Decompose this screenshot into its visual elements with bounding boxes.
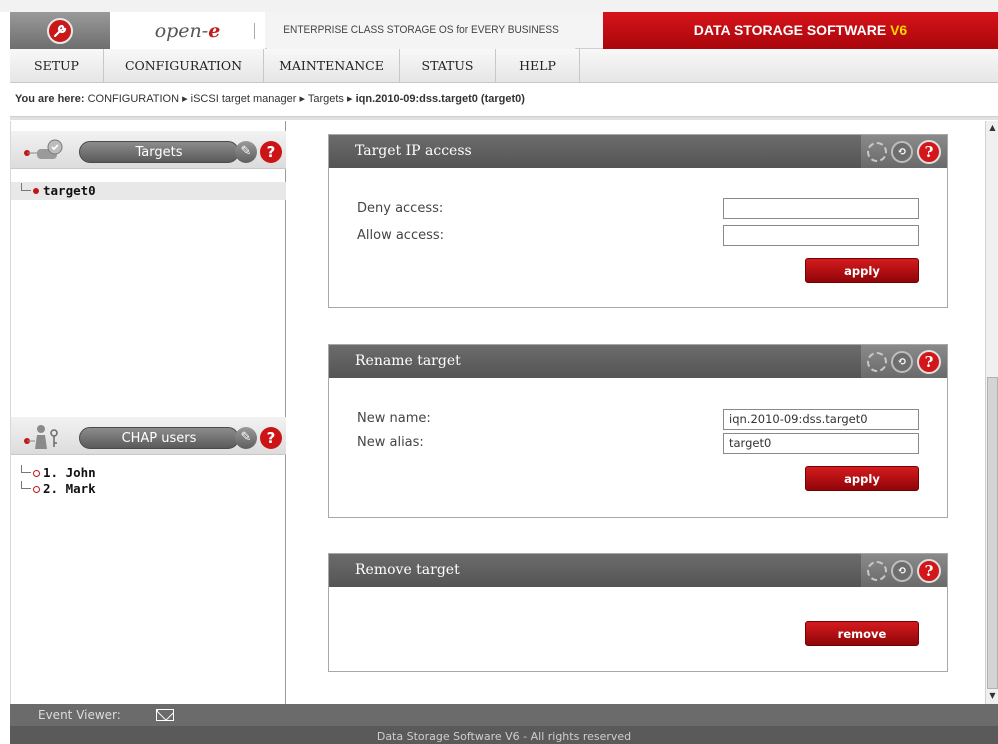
breadcrumb-current: iqn.2010-09:dss.target0 (target0) (355, 93, 525, 105)
breadcrumb-path[interactable]: CONFIGURATION ▸ iSCSI target manager ▸ T… (88, 93, 353, 105)
event-viewer-label: Event Viewer: (38, 708, 121, 722)
breadcrumb-divider (10, 116, 998, 120)
new-name-label: New name: (357, 411, 431, 426)
chap-users-header: CHAP users ✎ ? (11, 417, 286, 455)
help-icon[interactable]: ? (917, 558, 941, 583)
allow-access-label: Allow access: (357, 228, 445, 243)
panel-header: Rename target ⟲ ? (329, 345, 947, 378)
menu-status[interactable]: STATUS (400, 49, 496, 83)
deny-access-input[interactable] (723, 198, 919, 219)
refresh-icon[interactable]: ⟲ (891, 350, 913, 373)
menu-help[interactable]: HELP (496, 49, 580, 83)
panel-title: Target IP access (355, 143, 472, 159)
targets-title: Targets (79, 141, 239, 163)
brand-divider (254, 23, 255, 39)
app-header: open-e ENTERPRISE CLASS STORAGE OS for E… (10, 12, 998, 49)
brand-logo: open-e (110, 12, 265, 49)
targets-settings-icon[interactable]: ✎ (235, 141, 257, 163)
chap-users-icon (23, 423, 67, 451)
panel-icons: ⟲ ? (861, 345, 947, 378)
remove-target-button[interactable]: remove (805, 621, 919, 646)
chap-users-tools: ✎ ? (235, 425, 283, 451)
scroll-thumb[interactable] (987, 377, 998, 689)
targets-help-icon[interactable]: ? (260, 141, 282, 163)
scroll-down-icon[interactable]: ▼ (988, 691, 997, 700)
remove-target-panel: Remove target ⟲ ? remove (328, 553, 948, 672)
targets-header: Targets ✎ ? (11, 131, 286, 169)
refresh-icon[interactable]: ⟲ (891, 140, 913, 163)
mail-icon[interactable] (156, 709, 174, 721)
deny-access-label: Deny access: (357, 201, 444, 216)
tree-item-user-mark[interactable]: 2. Mark (21, 481, 96, 497)
top-strip (0, 0, 998, 12)
product-version: V6 (890, 22, 908, 38)
left-sidebar: Targets ✎ ? target0 CHAP users ✎ ? 1. Jo… (10, 121, 286, 704)
chap-users-title: CHAP users (79, 427, 239, 449)
footer: Data Storage Software V6 - All rights re… (10, 726, 998, 744)
apply-ip-access-button[interactable]: apply (805, 258, 919, 283)
apply-rename-button[interactable]: apply (805, 466, 919, 491)
menu-maintenance[interactable]: MAINTENANCE (264, 49, 400, 83)
home-logo[interactable] (10, 12, 110, 49)
allow-access-input[interactable] (723, 225, 919, 246)
brand-name: open- (154, 19, 209, 42)
tree-item-target0[interactable]: target0 (21, 183, 96, 199)
new-name-input[interactable]: iqn.2010-09:dss.target0 (723, 409, 919, 430)
tree-branch-icon (21, 481, 31, 489)
target-dot-icon (33, 188, 39, 194)
wrench-logo-icon (47, 17, 73, 44)
breadcrumb: You are here: CONFIGURATION ▸ iSCSI targ… (15, 85, 525, 113)
tree-item-label: target0 (43, 183, 96, 198)
breadcrumb-label: You are here: (15, 93, 85, 105)
target-ip-access-panel: Target IP access ⟲ ? Deny access: Allow … (328, 134, 948, 308)
rename-target-panel: Rename target ⟲ ? New name: iqn.2010-09:… (328, 344, 948, 518)
tagline: ENTERPRISE CLASS STORAGE OS for EVERY BU… (267, 12, 576, 49)
brand-name-e: e (208, 19, 221, 42)
main-scrollbar[interactable]: ▲ ▼ (985, 121, 998, 704)
settings-icon[interactable] (867, 560, 887, 581)
main-content: Target IP access ⟲ ? Deny access: Allow … (287, 121, 985, 704)
tree-branch-icon (21, 465, 31, 473)
main-menu: SETUP CONFIGURATION MAINTENANCE STATUS H… (10, 49, 998, 83)
panel-icons: ⟲ ? (861, 135, 947, 168)
panel-header: Target IP access ⟲ ? (329, 135, 947, 168)
tree-branch-icon (21, 183, 31, 191)
chap-users-settings-icon[interactable]: ✎ (235, 427, 257, 449)
chap-users-help-icon[interactable]: ? (260, 427, 282, 449)
menu-configuration[interactable]: CONFIGURATION (104, 49, 264, 83)
menu-setup[interactable]: SETUP (10, 49, 104, 83)
targets-tools: ✎ ? (235, 139, 283, 165)
help-icon[interactable]: ? (917, 349, 941, 374)
panel-title: Rename target (355, 353, 461, 369)
user-dot-icon (33, 470, 40, 477)
tree-item-label: 2. Mark (43, 481, 96, 496)
product-name: DATA STORAGE SOFTWARE (693, 22, 891, 38)
tree-item-label: 1. John (43, 465, 96, 480)
panel-title: Remove target (355, 562, 460, 578)
new-alias-input[interactable]: target0 (723, 433, 919, 454)
tree-item-user-john[interactable]: 1. John (21, 465, 96, 481)
help-icon[interactable]: ? (917, 139, 941, 164)
scroll-up-icon[interactable]: ▲ (988, 123, 997, 132)
product-title: DATA STORAGE SOFTWARE V6 (603, 12, 998, 49)
settings-icon[interactable] (867, 141, 887, 162)
panel-icons: ⟲ ? (861, 554, 947, 587)
event-viewer-bar: Event Viewer: (10, 704, 998, 726)
settings-icon[interactable] (867, 351, 887, 372)
refresh-icon[interactable]: ⟲ (891, 559, 913, 582)
new-alias-label: New alias: (357, 435, 424, 450)
user-dot-icon (33, 486, 40, 493)
panel-header: Remove target ⟲ ? (329, 554, 947, 587)
targets-icon (23, 137, 67, 165)
